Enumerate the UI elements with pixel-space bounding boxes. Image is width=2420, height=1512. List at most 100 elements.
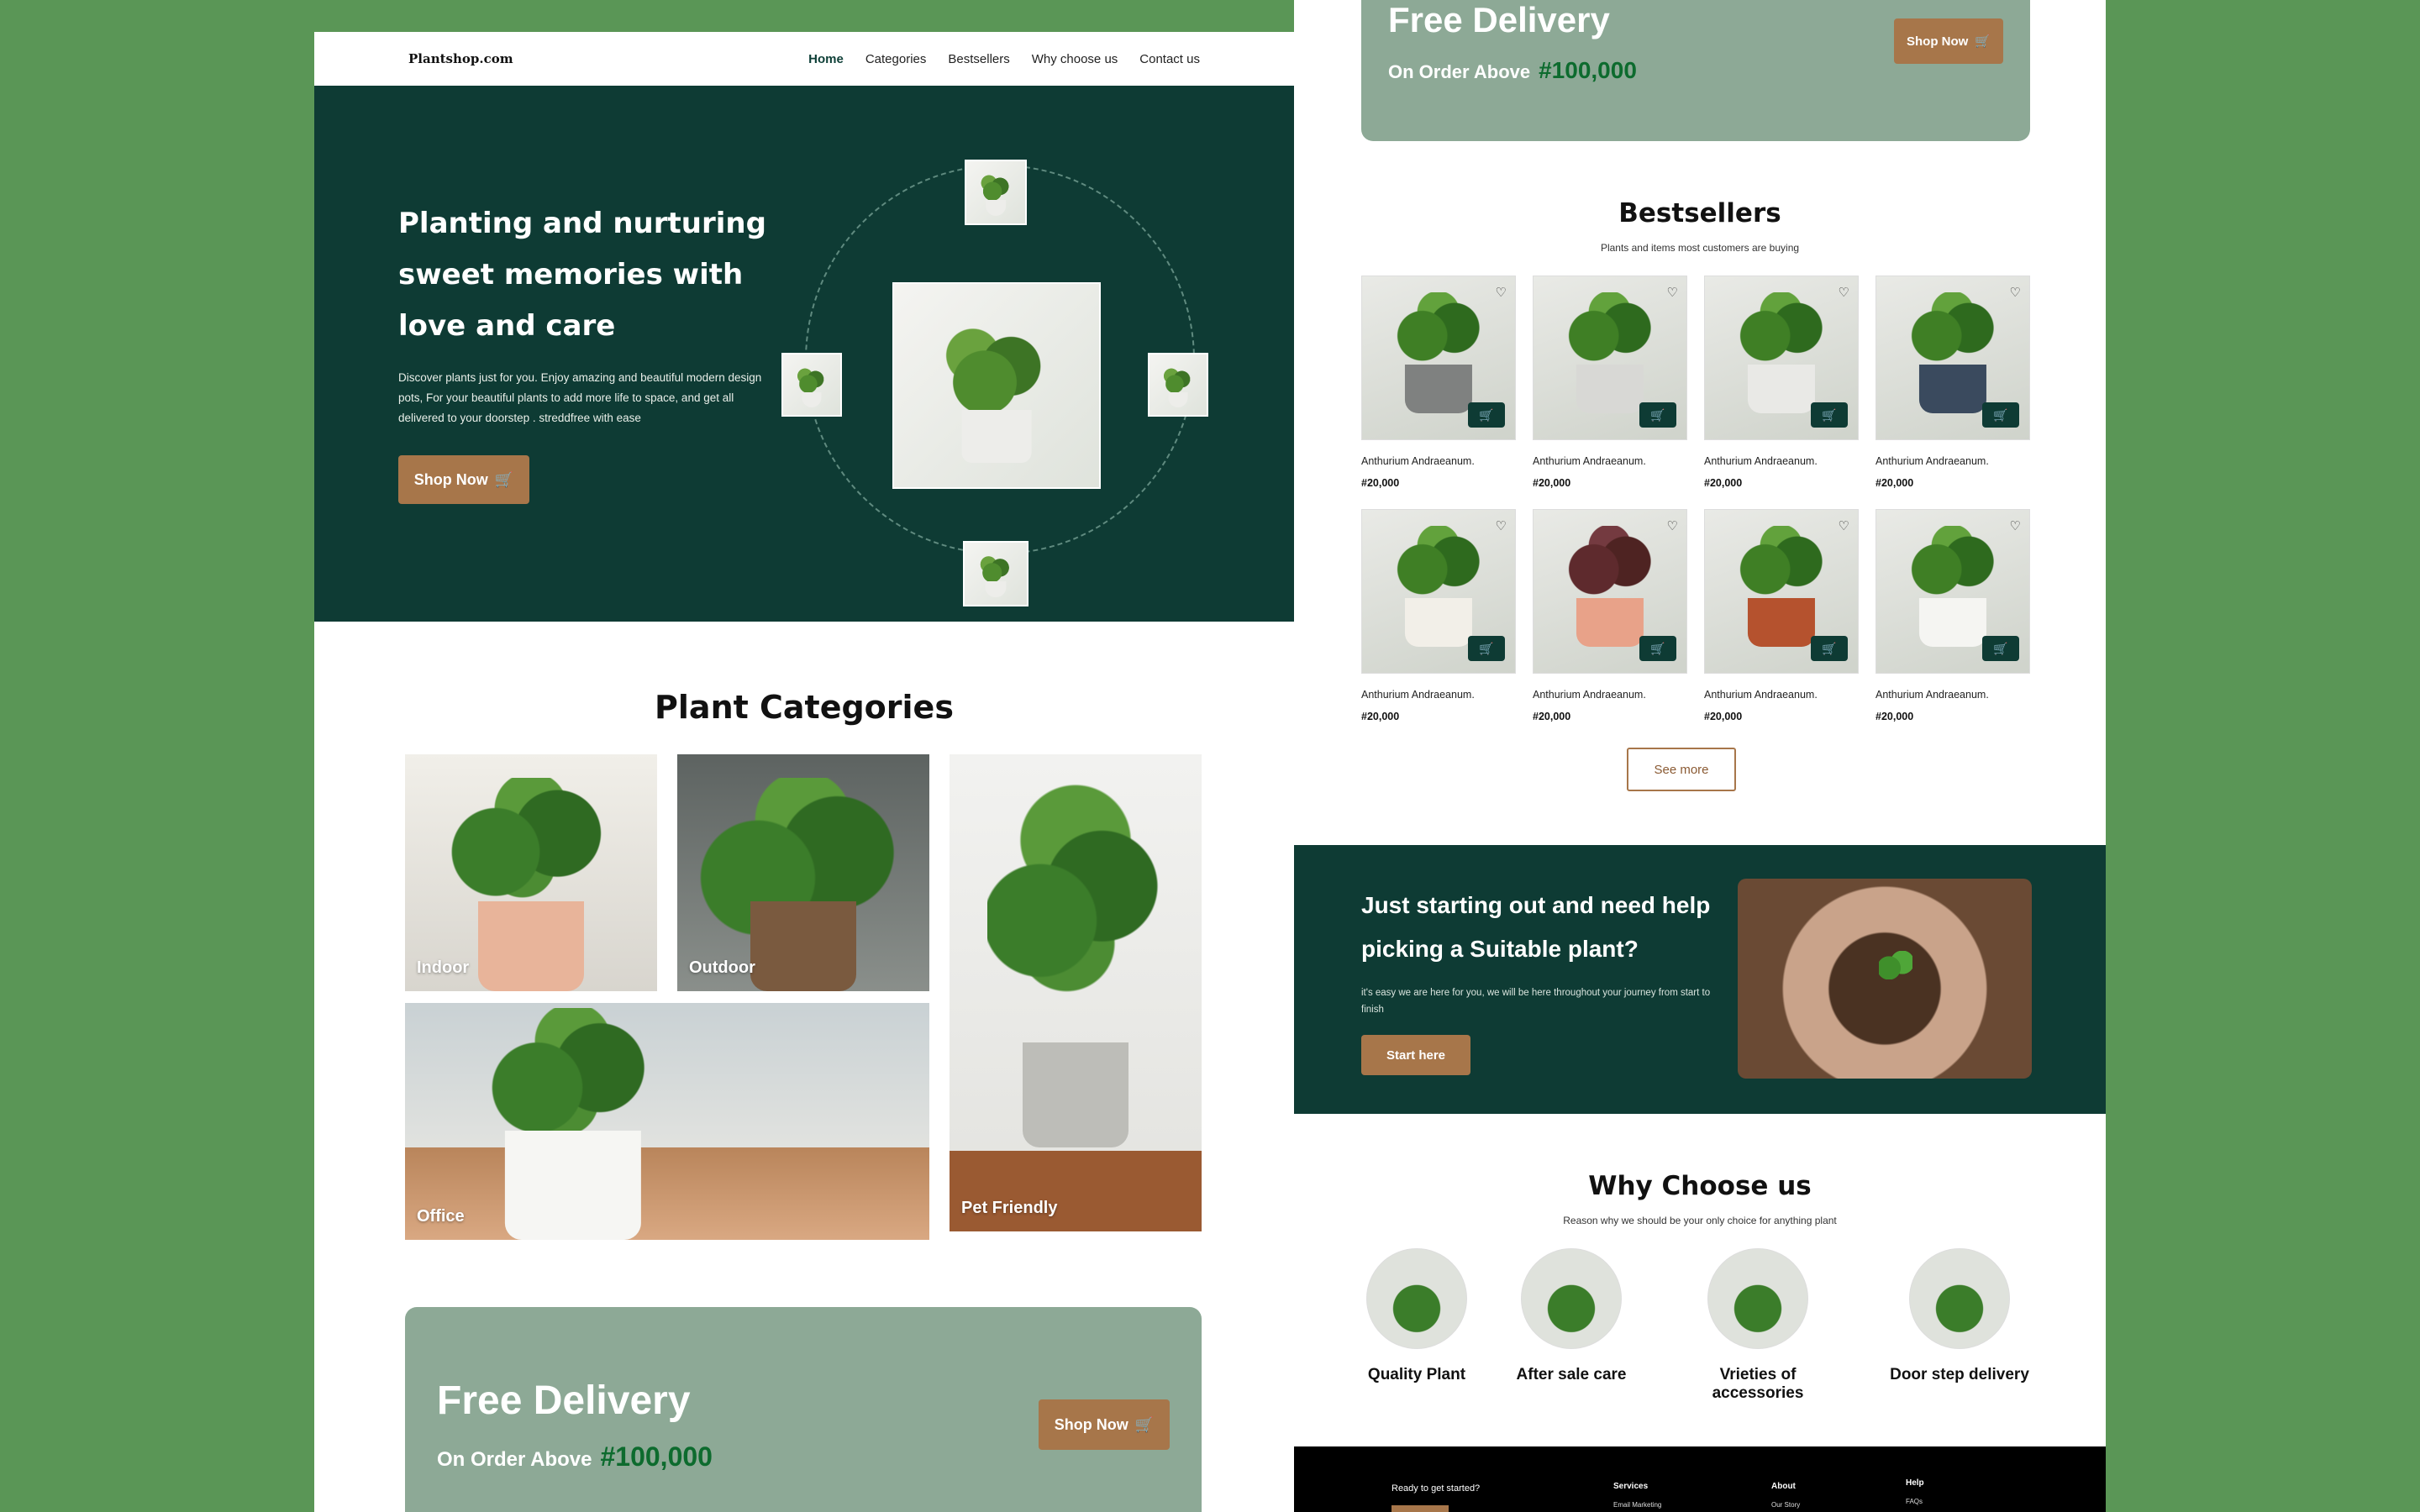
hero-title: Planting and nurturing sweet memories wi… <box>398 207 766 343</box>
footer-col-help: Help FAQs <box>1906 1478 1924 1505</box>
product-image[interactable]: ♡ 🛒 <box>1533 509 1687 674</box>
footer-ready-text: Ready to get started? <box>1392 1483 1481 1494</box>
category-card-indoor[interactable]: Indoor <box>405 754 657 991</box>
product-name: Anthurium Andraeanum. <box>1361 689 1475 701</box>
see-more-button[interactable]: See more <box>1627 748 1736 791</box>
why-item-accessories: Vrieties of accessories <box>1674 1248 1842 1403</box>
product-name: Anthurium Andraeanum. <box>1876 689 1989 701</box>
product-card[interactable]: ♡ 🛒 Anthurium Andraeanum. #20,000 <box>1361 509 1516 722</box>
product-card[interactable]: ♡ 🛒 Anthurium Andraeanum. #20,000 <box>1704 276 1859 489</box>
free-delivery-shop-now-button[interactable]: Shop Now 🛒 <box>1894 18 2003 64</box>
product-price: #20,000 <box>1704 477 1743 489</box>
why-item-label: Door step delivery <box>1890 1366 2029 1383</box>
footer-col-title: About <box>1771 1482 1796 1491</box>
heart-icon[interactable]: ♡ <box>1839 518 1849 533</box>
heart-icon[interactable]: ♡ <box>2010 518 2021 533</box>
footer-col-about: About Our Story <box>1771 1482 1800 1509</box>
category-label-indoor: Indoor <box>417 958 470 977</box>
brand-logo[interactable]: Plantshop.com <box>408 51 513 66</box>
product-image[interactable]: ♡ 🛒 <box>1876 509 2030 674</box>
product-card[interactable]: ♡ 🛒 Anthurium Andraeanum. #20,000 <box>1533 509 1687 722</box>
free-delivery-shop-now-button[interactable]: Shop Now 🛒 <box>1039 1399 1170 1450</box>
free-delivery-amount: #100,000 <box>600 1441 713 1472</box>
heart-icon[interactable]: ♡ <box>1496 285 1507 300</box>
product-image[interactable]: ♡ 🛒 <box>1876 276 2030 440</box>
hero-shop-now-button[interactable]: Shop Now 🛒 <box>398 455 529 504</box>
footer-link[interactable]: FAQs <box>1906 1498 1924 1505</box>
cart-icon[interactable]: 🛒 <box>1639 402 1676 428</box>
heart-icon[interactable]: ♡ <box>2010 285 2021 300</box>
accessories-image <box>1707 1248 1808 1349</box>
top-nav: Plantshop.com Home Categories Bestseller… <box>314 32 1294 86</box>
category-card-outdoor[interactable]: Outdoor <box>677 754 929 991</box>
category-label-office: Office <box>417 1207 465 1226</box>
orbit-plant-image-right <box>1148 353 1208 417</box>
product-name: Anthurium Andraeanum. <box>1876 455 1989 467</box>
cart-icon[interactable]: 🛒 <box>1639 636 1676 661</box>
heart-icon[interactable]: ♡ <box>1667 518 1678 533</box>
product-price: #20,000 <box>1876 477 1914 489</box>
product-card[interactable]: ♡ 🛒 Anthurium Andraeanum. #20,000 <box>1361 276 1516 489</box>
door-step-delivery-image <box>1909 1248 2010 1349</box>
footer: Ready to get started? Services Email Mar… <box>1294 1446 2106 1512</box>
product-image[interactable]: ♡ 🛒 <box>1704 509 1859 674</box>
cart-icon: 🛒 <box>1134 1415 1155 1433</box>
footer-link[interactable]: Our Story <box>1771 1501 1800 1509</box>
product-card[interactable]: ♡ 🛒 Anthurium Andraeanum. #20,000 <box>1876 509 2030 722</box>
why-item-door-step-delivery: Door step delivery <box>1876 1248 2044 1384</box>
product-name: Anthurium Andraeanum. <box>1533 455 1646 467</box>
cart-icon[interactable]: 🛒 <box>1468 402 1505 428</box>
help-picking-section: Just starting out and need help picking … <box>1294 845 2106 1114</box>
cart-icon: 🛒 <box>1975 34 1991 49</box>
why-item-label: After sale care <box>1516 1366 1627 1383</box>
product-price: #20,000 <box>1704 711 1743 722</box>
product-card[interactable]: ♡ 🛒 Anthurium Andraeanum. #20,000 <box>1533 276 1687 489</box>
heart-icon[interactable]: ♡ <box>1667 285 1678 300</box>
product-card[interactable]: ♡ 🛒 Anthurium Andraeanum. #20,000 <box>1704 509 1859 722</box>
help-title: Just starting out and need help picking … <box>1361 892 1711 962</box>
nav-categories[interactable]: Categories <box>865 52 927 66</box>
cart-icon[interactable]: 🛒 <box>1811 636 1848 661</box>
free-delivery-shop-now-label: Shop Now <box>1054 1415 1128 1433</box>
hero-shop-now-label: Shop Now <box>413 470 488 488</box>
heart-icon[interactable]: ♡ <box>1496 518 1507 533</box>
orbit-plant-image-left <box>781 353 842 417</box>
product-card[interactable]: ♡ 🛒 Anthurium Andraeanum. #20,000 <box>1876 276 2030 489</box>
category-card-office[interactable]: Office <box>405 1003 929 1240</box>
hero-main-plant-image <box>892 282 1101 489</box>
bestsellers-subtitle: Plants and items most customers are buyi… <box>1600 242 1800 254</box>
start-here-button[interactable]: Start here <box>1361 1035 1470 1075</box>
bestsellers-title: Bestsellers <box>1618 198 1781 228</box>
product-name: Anthurium Andraeanum. <box>1533 689 1646 701</box>
why-item-quality-plant: Quality Plant <box>1333 1248 1501 1384</box>
product-price: #20,000 <box>1533 711 1571 722</box>
orbit-plant-image-bottom <box>963 541 1028 606</box>
heart-icon[interactable]: ♡ <box>1839 285 1849 300</box>
product-image[interactable]: ♡ 🛒 <box>1361 509 1516 674</box>
nav-bestsellers[interactable]: Bestsellers <box>948 52 1009 66</box>
footer-get-started-button[interactable] <box>1392 1505 1449 1512</box>
nav-why-choose-us[interactable]: Why choose us <box>1032 52 1118 66</box>
free-delivery-condition: On Order Above <box>437 1448 592 1471</box>
cart-icon[interactable]: 🛒 <box>1982 636 2019 661</box>
product-image[interactable]: ♡ 🛒 <box>1361 276 1516 440</box>
product-image[interactable]: ♡ 🛒 <box>1704 276 1859 440</box>
nav-contact-us[interactable]: Contact us <box>1139 52 1200 66</box>
category-card-pet-friendly[interactable]: Pet Friendly <box>950 754 1202 1231</box>
product-image[interactable]: ♡ 🛒 <box>1533 276 1687 440</box>
cart-icon: 🛒 <box>494 470 514 488</box>
nav-home[interactable]: Home <box>808 52 844 66</box>
after-sale-care-image <box>1521 1248 1622 1349</box>
product-price: #20,000 <box>1361 711 1400 722</box>
footer-col-title: Help <box>1906 1478 1924 1488</box>
footer-link[interactable]: Email Marketing <box>1613 1501 1661 1509</box>
cart-icon[interactable]: 🛒 <box>1468 636 1505 661</box>
free-delivery-title: Free Delivery <box>1388 0 1610 39</box>
cart-icon[interactable]: 🛒 <box>1982 402 2019 428</box>
free-delivery-banner-top: Free Delivery On Order Above #100,000 Sh… <box>1361 0 2030 141</box>
cart-icon[interactable]: 🛒 <box>1811 402 1848 428</box>
why-item-label: Quality Plant <box>1367 1366 1466 1383</box>
why-choose-subtitle: Reason why we should be your only choice… <box>1563 1215 1837 1226</box>
product-price: #20,000 <box>1361 477 1400 489</box>
hero-description: Discover plants just for you. Enjoy amaz… <box>398 371 762 424</box>
